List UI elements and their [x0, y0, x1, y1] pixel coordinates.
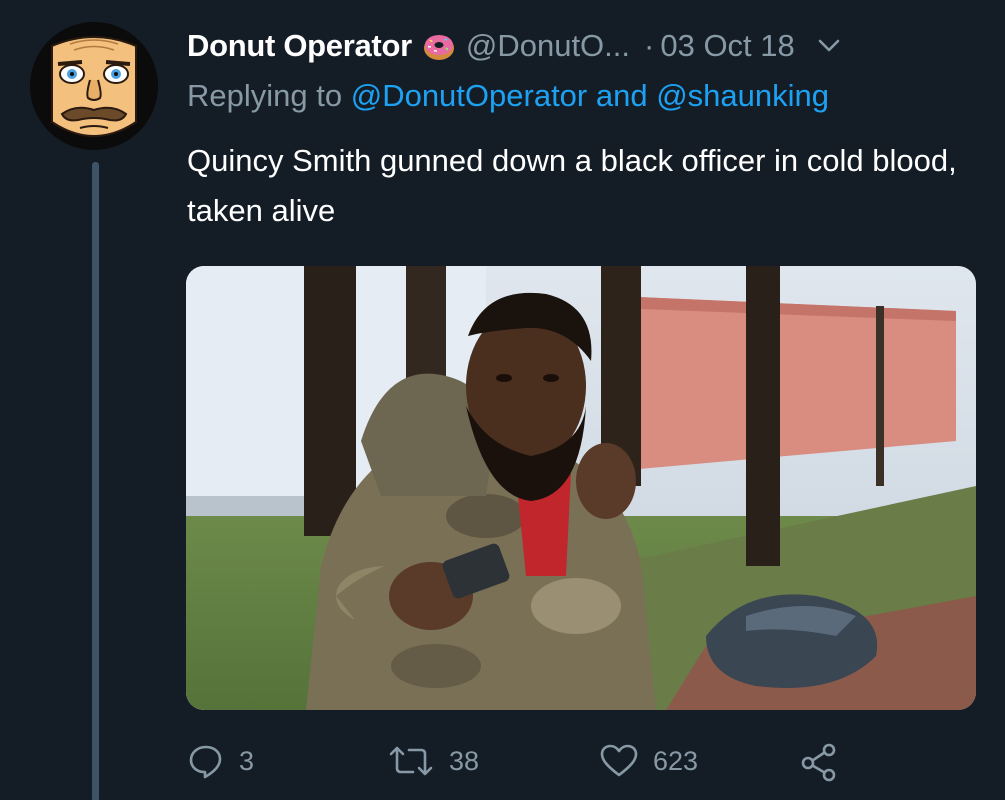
avatar-cartoon-face-icon [30, 22, 158, 150]
reply-button[interactable]: 3 [187, 742, 254, 780]
tweet[interactable]: Donut Operator @DonutO... · 03 Oct 18 Re… [0, 0, 1005, 800]
replying-to: Replying to @DonutOperator and @shaunkin… [187, 78, 829, 114]
tweet-action-bar: 3 38 623 [187, 742, 977, 782]
user-handle[interactable]: @DonutO... [466, 28, 630, 64]
display-name[interactable]: Donut Operator [187, 28, 412, 64]
replying-to-label: Replying to [187, 78, 351, 113]
like-count: 623 [653, 745, 699, 776]
reply-icon [187, 742, 225, 780]
separator-dot: · [644, 28, 655, 63]
retweet-button[interactable]: 38 [387, 742, 479, 780]
avatar[interactable] [30, 22, 158, 150]
mention-link-shaunking[interactable]: @shaunking [656, 78, 829, 113]
share-icon [799, 742, 839, 782]
chevron-down-icon[interactable] [815, 32, 843, 60]
retweet-icon [387, 742, 435, 780]
thread-line [92, 162, 99, 800]
heart-icon [599, 742, 639, 780]
tweet-media-photo[interactable] [186, 266, 976, 710]
tweet-date[interactable]: 03 Oct 18 [660, 28, 794, 64]
share-button[interactable] [799, 742, 839, 782]
reply-count: 3 [239, 745, 255, 776]
like-button[interactable]: 623 [599, 742, 698, 780]
photo-man-holding-gun-image [186, 266, 976, 710]
replying-to-and[interactable]: and [587, 78, 656, 113]
mention-link-donutoperator[interactable]: @DonutOperator [351, 78, 588, 113]
tweet-header: Donut Operator @DonutO... · 03 Oct 18 [187, 24, 975, 68]
tweet-text: Quincy Smith gunned down a black officer… [187, 143, 957, 228]
retweet-count: 38 [449, 745, 480, 776]
donut-emoji-icon [422, 29, 456, 63]
